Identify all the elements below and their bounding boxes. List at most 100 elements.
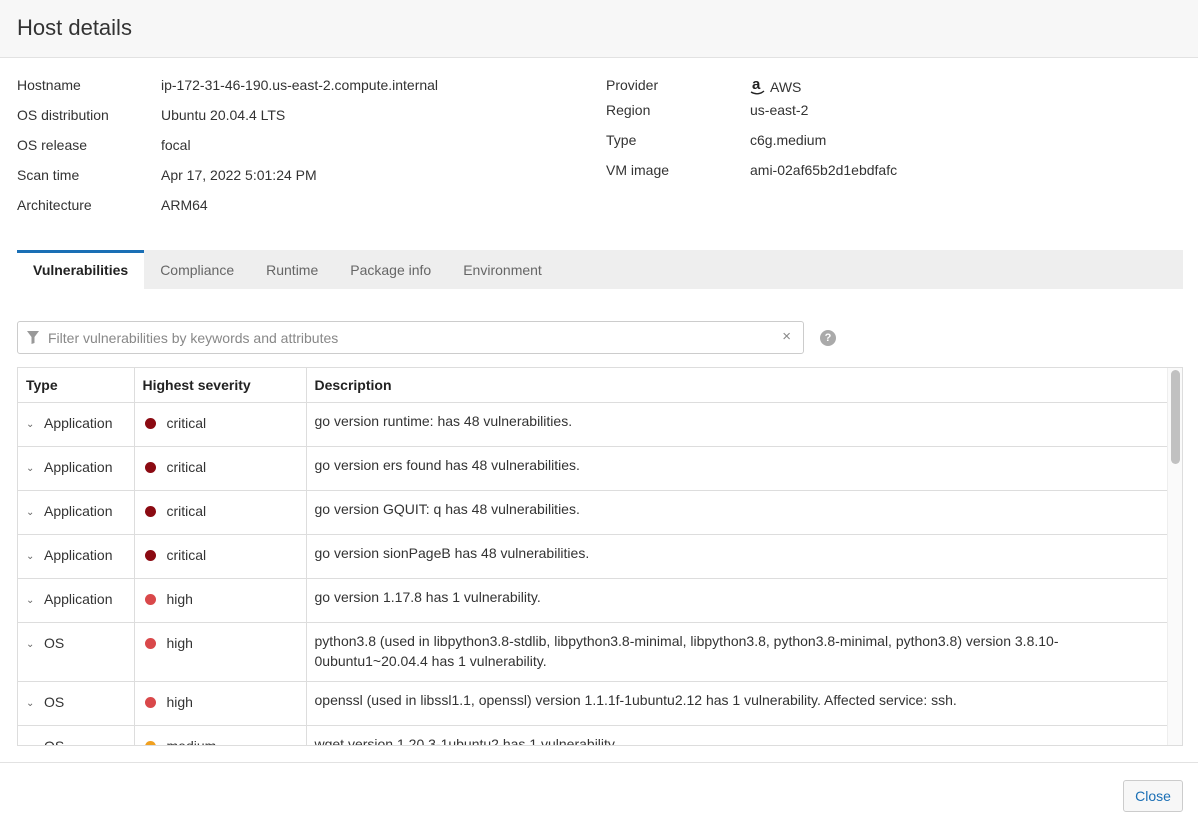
close-button[interactable]: Close: [1123, 780, 1183, 812]
table-row[interactable]: ⌄ OS high openssl (used in libssl1.1, opens…: [18, 681, 1169, 726]
dialog-header: Host details: [0, 0, 1198, 58]
chevron-down-icon[interactable]: ⌄: [26, 738, 44, 746]
severity-dot-icon: [144, 461, 156, 473]
severity-dot-icon: [144, 696, 156, 708]
detail-label: Type: [606, 132, 637, 148]
chevron-down-icon[interactable]: ⌄: [26, 547, 44, 567]
detail-label: Hostname: [17, 77, 81, 93]
type-cell: ⌄OS: [18, 681, 135, 726]
severity-text: critical: [166, 546, 207, 563]
chevron-down-icon[interactable]: ⌄: [26, 415, 44, 435]
clear-filter-icon[interactable]: ×: [782, 328, 791, 345]
chevron-down-icon[interactable]: ⌄: [26, 591, 44, 611]
description-cell: go version ers found has 48 vulnerabilit…: [306, 446, 1169, 491]
type-text: Application: [44, 590, 113, 607]
type-cell: ⌄OS: [18, 622, 135, 682]
detail-value: ami-02af65b2d1ebdfafc: [750, 162, 897, 178]
severity-text: medium: [166, 737, 217, 746]
detail-value-text: us-east-2: [750, 102, 809, 118]
detail-value: focal: [161, 137, 191, 153]
type-text: Application: [44, 546, 113, 563]
severity-cell: high: [134, 578, 307, 623]
detail-value: ARM64: [161, 197, 208, 213]
severity-text: high: [166, 590, 193, 607]
severity-cell: critical: [134, 534, 307, 579]
type-text: Application: [44, 414, 113, 431]
description-cell: go version runtime: has 48 vulnerabiliti…: [306, 402, 1169, 447]
detail-value: ip-172-31-46-190.us-east-2.compute.inter…: [161, 77, 438, 93]
tab-vulnerabilities[interactable]: Vulnerabilities: [17, 250, 145, 289]
description-cell: wget version 1.20.3-1ubuntu2 has 1 vulne…: [306, 725, 1169, 745]
type-cell: ⌄ Application: [18, 578, 135, 623]
severity-cell: critical: [134, 446, 307, 491]
severity-text: critical: [166, 502, 207, 519]
vulnerabilities-table: Type Highest severity Description ⌄ Appli…: [17, 367, 1183, 746]
description-cell: go version GQUIT: q has 48 vulnerabiliti…: [306, 490, 1169, 535]
detail-value: Ubuntu 20.04.4 LTS: [161, 107, 285, 123]
amazon-icon: a: [750, 76, 766, 98]
description-cell: openssl (used in libssl1.1, openssl) ver…: [306, 681, 1169, 726]
tab-compliance[interactable]: Compliance: [144, 250, 250, 289]
detail-label: OS release: [17, 137, 88, 153]
type-text: OS: [44, 693, 65, 710]
description-cell: go version sionPageB has 48 vulnerabilit…: [306, 534, 1169, 579]
type-text: OS: [44, 737, 65, 746]
type-cell: ⌄ Application: [18, 490, 135, 535]
table-row[interactable]: ⌄ Application critical go version GQUIT: q …: [18, 490, 1169, 535]
filter-input[interactable]: [48, 326, 768, 350]
help-icon[interactable]: ?: [820, 330, 836, 346]
tab-package-info[interactable]: Package info: [334, 250, 447, 289]
detail-value: c6g.medium: [750, 132, 826, 148]
chevron-down-icon[interactable]: ⌄: [26, 694, 44, 714]
severity-text: critical: [166, 414, 207, 431]
table-row[interactable]: ⌄ Application critical go version ers found…: [18, 446, 1169, 491]
type-text: OS: [44, 634, 65, 651]
table-row[interactable]: ⌄ Application critical go version runtime: …: [18, 402, 1169, 447]
detail-value-text: ami-02af65b2d1ebdfafc: [750, 162, 898, 178]
type-text: Application: [44, 502, 113, 519]
type-text: Application: [44, 458, 113, 475]
detail-value-text: c6g.medium: [750, 132, 827, 148]
detail-value-text: Ubuntu 20.04.4 LTS: [161, 107, 286, 123]
severity-dot-icon: [144, 417, 156, 429]
chevron-down-icon[interactable]: ⌄: [26, 459, 44, 479]
tab-environment[interactable]: Environment: [447, 250, 558, 289]
detail-label: OS distribution: [17, 107, 109, 123]
scrollbar-thumb[interactable]: [1171, 370, 1180, 464]
tab-bar: Vulnerabilities Compliance Runtime Package …: [17, 250, 1183, 289]
severity-text: critical: [166, 458, 207, 475]
type-cell: ⌄ Application: [18, 446, 135, 491]
severity-dot-icon: [144, 549, 156, 561]
severity-cell: medium: [134, 725, 307, 746]
type-cell: ⌄ Application: [18, 534, 135, 579]
severity-dot-icon: [144, 505, 156, 517]
type-cell: ⌄ Application: [18, 402, 135, 447]
description-cell: python3.8 (used in libpython3.8-stdlib, …: [306, 622, 1169, 682]
severity-dot-icon: [144, 637, 156, 649]
detail-label: Scan time: [17, 167, 80, 183]
filter-icon: [27, 331, 39, 347]
table-scrollbar[interactable]: [1167, 368, 1182, 745]
column-header-description[interactable]: Description: [306, 368, 1169, 403]
detail-value: a AWS: [750, 76, 801, 98]
table-row[interactable]: ⌄ Application critical go version sionPageB…: [18, 534, 1169, 579]
detail-value-text: focal: [161, 137, 191, 153]
detail-label: Architecture: [17, 197, 92, 213]
detail-value: Apr 17, 2022 5:01:24 PM: [161, 167, 317, 183]
column-header-severity[interactable]: Highest severity: [134, 368, 307, 403]
tab-runtime[interactable]: Runtime: [250, 250, 334, 289]
filter-box: ×: [17, 321, 804, 354]
table-row[interactable]: ⌄OS medium wget version 1.20.3-1ubuntu2 ha…: [18, 725, 1169, 746]
table-row[interactable]: ⌄ Application high go version 1.17.8 has 1 …: [18, 578, 1169, 623]
svg-text:a: a: [752, 77, 761, 93]
column-header-type[interactable]: Type: [18, 368, 135, 403]
chevron-down-icon[interactable]: ⌄: [26, 503, 44, 523]
detail-label: Region: [606, 102, 651, 118]
table-row[interactable]: ⌄ OS high python3.8 (used in libpython3.8-s…: [18, 622, 1169, 682]
dialog-title: Host details: [17, 15, 132, 40]
detail-value-text: ip-172-31-46-190.us-east-2.compute.inter…: [161, 77, 439, 93]
chevron-down-icon[interactable]: ⌄: [26, 635, 44, 655]
severity-cell: critical: [134, 402, 307, 447]
type-cell: ⌄OS: [18, 725, 135, 746]
severity-cell: critical: [134, 490, 307, 535]
